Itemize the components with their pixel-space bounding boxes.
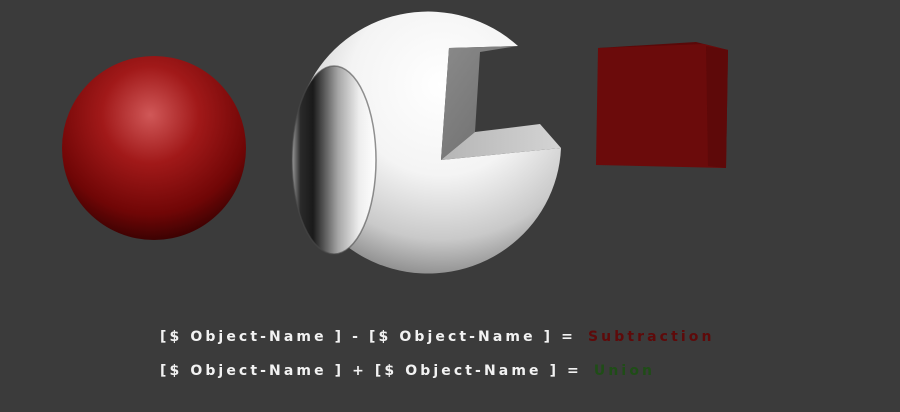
red-sphere bbox=[62, 56, 246, 240]
union-label: Union bbox=[593, 363, 656, 379]
scene-canvas bbox=[62, 11, 728, 274]
csg-render-scene bbox=[0, 0, 900, 300]
union-formula: [$ Object-Name ] + [$ Object-Name ] = Un… bbox=[160, 360, 655, 382]
red-cube-right bbox=[706, 46, 728, 168]
subtracted-white-sphere bbox=[291, 11, 561, 274]
red-cube bbox=[596, 42, 728, 168]
union-expression: [$ Object-Name ] + [$ Object-Name ] = bbox=[160, 363, 582, 379]
subtraction-expression: [$ Object-Name ] - [$ Object-Name ] = bbox=[160, 329, 576, 345]
subtraction-formula: [$ Object-Name ] - [$ Object-Name ] = Su… bbox=[160, 326, 715, 348]
subtraction-label: Subtraction bbox=[587, 329, 715, 345]
